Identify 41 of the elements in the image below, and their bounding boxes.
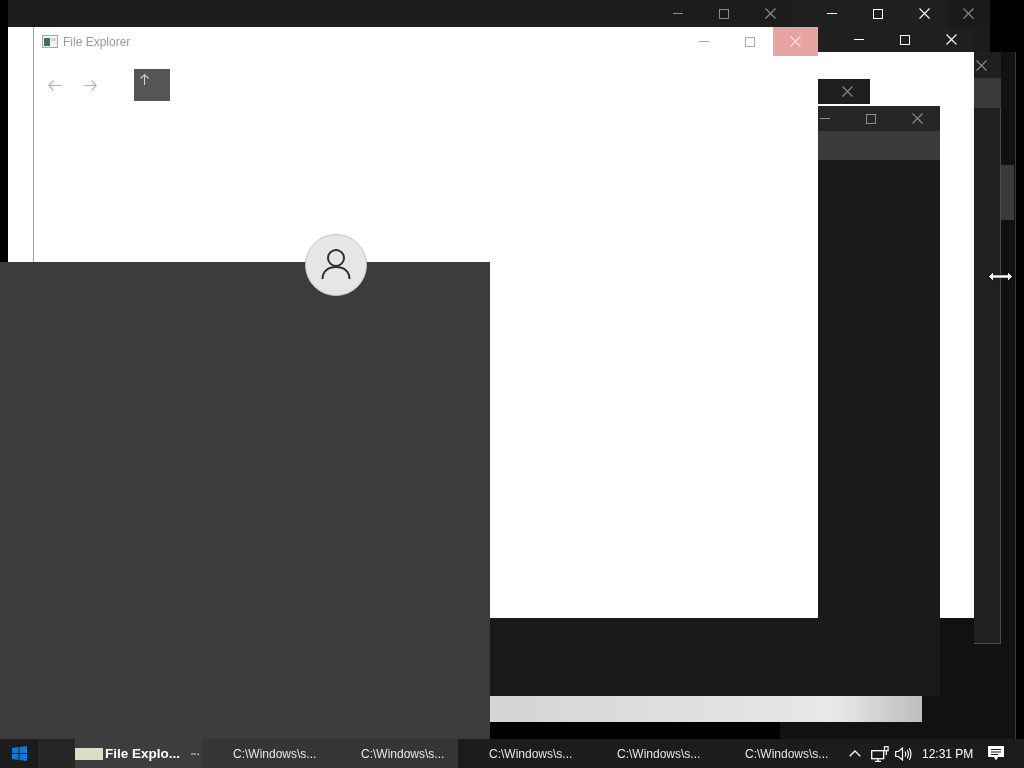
- minimize-icon: [699, 41, 709, 42]
- minimize-icon: [827, 13, 837, 14]
- scrollbar-thumb[interactable]: [1001, 165, 1014, 220]
- clock[interactable]: 12:31 PM: [922, 746, 974, 761]
- task-button[interactable]: File Explo...: [38, 739, 202, 768]
- window-title: File Explorer: [63, 34, 131, 49]
- close-icon: [764, 8, 776, 19]
- close-icon: [918, 8, 930, 19]
- forward-arrow-icon: [83, 79, 97, 91]
- resize-cursor-icon: [988, 271, 1013, 282]
- close-icon: [841, 86, 853, 97]
- maximize-icon: [745, 36, 755, 47]
- minimize-icon: [854, 39, 864, 40]
- volume-icon[interactable]: [895, 746, 912, 761]
- header-bar: [974, 78, 1001, 108]
- maximize-icon: [719, 8, 729, 19]
- chevron-up-icon[interactable]: [849, 750, 861, 757]
- task-button[interactable]: C:\Windows\s...: [714, 739, 842, 768]
- up-button[interactable]: [134, 69, 170, 101]
- maximize-icon: [900, 34, 910, 45]
- avatar-icon: [305, 234, 367, 296]
- close-icon: [911, 113, 923, 124]
- task-button[interactable]: C:\Windows\s...: [330, 739, 458, 768]
- minimize-icon: [820, 118, 830, 119]
- maximize-icon: [873, 8, 883, 19]
- close-icon: [976, 59, 987, 71]
- close-icon: [963, 8, 974, 19]
- back-arrow-icon: [48, 79, 62, 91]
- task-button[interactable]: C:\Windows\s...: [586, 739, 714, 768]
- dash-icon: [191, 752, 199, 755]
- network-icon[interactable]: [871, 745, 889, 762]
- close-icon: [945, 34, 957, 45]
- task-button[interactable]: C:\Windows\s...: [202, 739, 330, 768]
- minimize-icon: [673, 13, 683, 14]
- window-icon: [42, 35, 58, 48]
- task-button[interactable]: C:\Windows\s...: [458, 739, 586, 768]
- close-icon: [790, 36, 801, 47]
- maximize-icon: [866, 113, 876, 124]
- up-arrow-icon: [140, 74, 149, 85]
- start-icon: [11, 746, 27, 761]
- notifications-icon[interactable]: [988, 745, 1005, 762]
